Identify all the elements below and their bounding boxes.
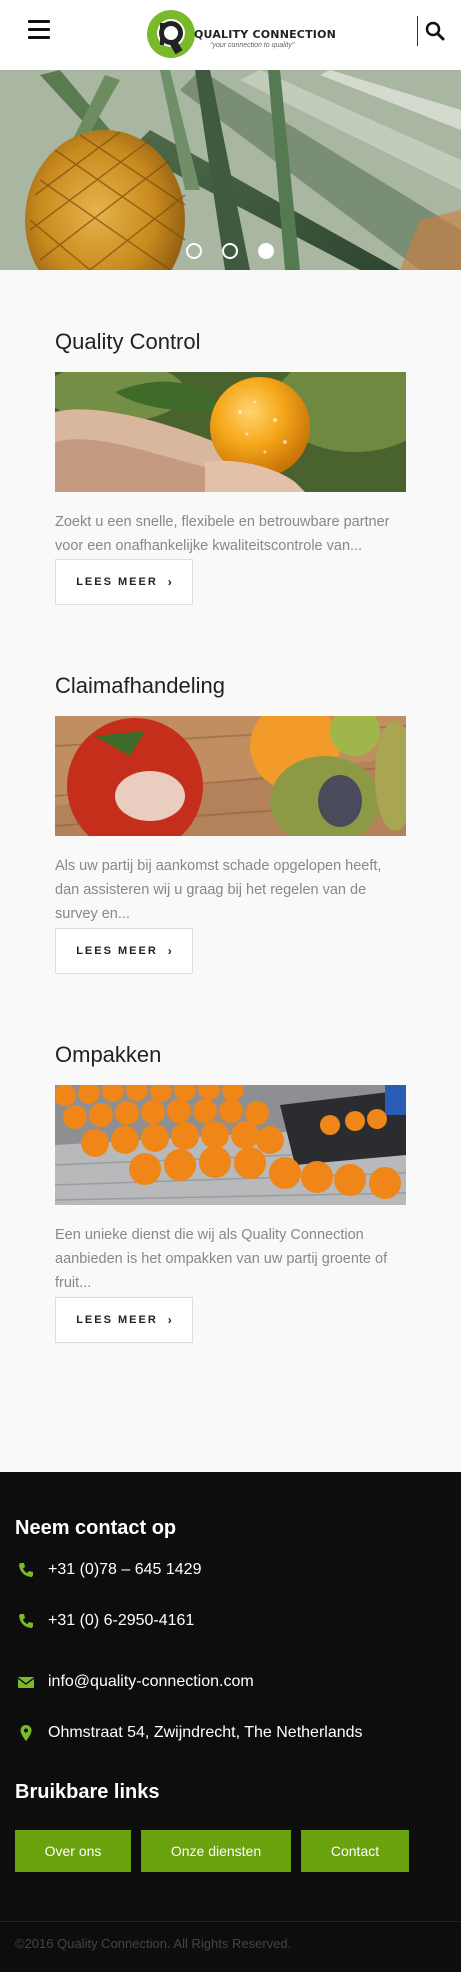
phone-row-1[interactable]: +31 (0)78 – 645 1429 xyxy=(18,1558,201,1582)
service-image-damaged-fruit[interactable] xyxy=(55,716,406,836)
service-card-ompakken: Ompakken Een unieke dienst die wij als Q… xyxy=(55,1040,406,1345)
read-more-label: LEES MEER xyxy=(76,1314,158,1326)
useful-links-heading: Bruikbare links xyxy=(15,1781,160,1803)
hero-pineapple-image xyxy=(0,70,461,270)
site-header: QUALITY CONNECTION "your connection to q… xyxy=(0,0,461,70)
service-card-quality-control: Quality Control Zoekt u een snelle, flex… xyxy=(55,327,406,605)
link-onze-diensten-button[interactable]: Onze diensten xyxy=(141,1830,291,1872)
service-title[interactable]: Claimafhandeling xyxy=(55,671,406,701)
phone-number-1[interactable]: +31 (0)78 – 645 1429 xyxy=(48,1561,201,1579)
phone-icon xyxy=(19,1614,33,1628)
services-section: Quality Control Zoekt u een snelle, flex… xyxy=(0,270,461,1472)
service-card-claimafhandeling: Claimafhandeling Als uw partij bij aanko… xyxy=(55,671,406,976)
slider-dot-3[interactable] xyxy=(258,243,274,259)
contact-heading: Neem contact op xyxy=(15,1517,177,1539)
email-row[interactable]: info@quality-connection.com xyxy=(18,1670,254,1694)
service-image-oranges-repacking[interactable] xyxy=(55,1085,406,1205)
service-title[interactable]: Ompakken xyxy=(55,1040,406,1070)
address-text: Ohmstraat 54, Zwijndrecht, The Netherlan… xyxy=(48,1724,363,1741)
chevron-right-icon: › xyxy=(167,944,172,958)
service-description: Als uw partij bij aankomst schade opgelo… xyxy=(55,858,382,922)
slider-dot-1[interactable] xyxy=(186,243,202,259)
copyright-text: ©2016 Quality Connection. All Rights Res… xyxy=(15,1936,292,1951)
site-logo[interactable]: QUALITY CONNECTION "your connection to q… xyxy=(146,7,336,63)
link-over-ons-button[interactable]: Over ons xyxy=(15,1830,131,1872)
slider-dot-2[interactable] xyxy=(222,243,238,259)
read-more-label: LEES MEER xyxy=(76,945,158,957)
hero-slider xyxy=(0,70,461,270)
service-title[interactable]: Quality Control xyxy=(55,327,406,357)
logo-q-mark-icon xyxy=(147,10,195,58)
address-row: Ohmstraat 54, Zwijndrecht, The Netherlan… xyxy=(18,1721,363,1745)
hamburger-menu-icon[interactable] xyxy=(28,20,50,40)
service-image-orange[interactable] xyxy=(55,372,406,492)
map-pin-icon xyxy=(20,1725,32,1741)
read-more-label: LEES MEER xyxy=(76,576,158,588)
footer-divider xyxy=(0,1921,461,1922)
chevron-right-icon: › xyxy=(167,575,172,589)
brand-name: QUALITY CONNECTION xyxy=(194,28,337,41)
read-more-button[interactable]: LEES MEER › xyxy=(55,559,193,605)
service-description: Zoekt u een snelle, flexibele en betrouw… xyxy=(55,514,390,554)
chevron-right-icon: › xyxy=(167,1313,172,1327)
envelope-icon xyxy=(18,1677,34,1688)
slider-dots xyxy=(186,243,276,259)
read-more-button[interactable]: LEES MEER › xyxy=(55,1297,193,1343)
link-contact-button[interactable]: Contact xyxy=(301,1830,409,1872)
header-divider xyxy=(417,16,418,46)
brand-tagline: "your connection to quality" xyxy=(210,42,295,49)
read-more-button[interactable]: LEES MEER › xyxy=(55,928,193,974)
phone-number-2[interactable]: +31 (0) 6-2950-4161 xyxy=(48,1612,194,1630)
phone-row-2[interactable]: +31 (0) 6-2950-4161 xyxy=(18,1609,194,1633)
email-address[interactable]: info@quality-connection.com xyxy=(48,1673,254,1691)
service-description: Een unieke dienst die wij als Quality Co… xyxy=(55,1227,388,1291)
phone-icon xyxy=(19,1563,33,1577)
search-icon[interactable] xyxy=(424,20,446,42)
